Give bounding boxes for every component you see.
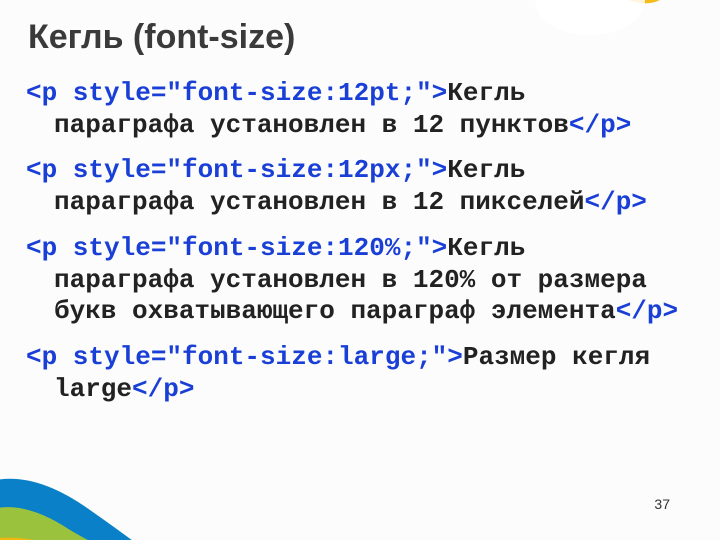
code-text-cont: параграфа установлен в 12 пунктов</p> <box>26 110 694 142</box>
slide-title: Кегль (font-size) <box>28 18 295 57</box>
code-close-tag: </p> <box>616 296 678 326</box>
code-example: <p style="font-size:12pt;">Кегльпараграф… <box>26 78 694 141</box>
code-text-cont: букв охватывающего параграф элемента</p> <box>26 296 694 328</box>
decorative-swoosh-bottom <box>0 450 170 540</box>
code-close-tag: </p> <box>132 374 194 404</box>
code-text: Кегль <box>447 233 525 263</box>
code-text-cont: параграфа установлен в 12 пикселей</p> <box>26 187 694 219</box>
code-close-tag: </p> <box>569 110 631 140</box>
slide: Кегль (font-size) <p style="font-size:12… <box>0 0 720 540</box>
code-example: <p style="font-size:120%;">Кегльпараграф… <box>26 233 694 328</box>
code-open-tag: <p style="font-size:12px;"> <box>26 155 447 185</box>
code-example: <p style="font-size:12px;">Кегльпараграф… <box>26 155 694 218</box>
code-close-tag: </p> <box>585 187 647 217</box>
code-text: Кегль <box>447 78 525 108</box>
code-text-cont: large</p> <box>26 374 694 406</box>
code-text: Кегль <box>447 155 525 185</box>
code-open-tag: <p style="font-size:12pt;"> <box>26 78 447 108</box>
code-open-tag: <p style="font-size:120%;"> <box>26 233 447 263</box>
page-number: 37 <box>654 496 670 512</box>
code-examples: <p style="font-size:12pt;">Кегльпараграф… <box>26 78 694 419</box>
code-text-cont: параграфа установлен в 120% от размера <box>26 265 694 297</box>
code-example: <p style="font-size:large;">Размер кегля… <box>26 342 694 405</box>
code-open-tag: <p style="font-size:large;"> <box>26 342 463 372</box>
code-text: Размер кегля <box>463 342 650 372</box>
